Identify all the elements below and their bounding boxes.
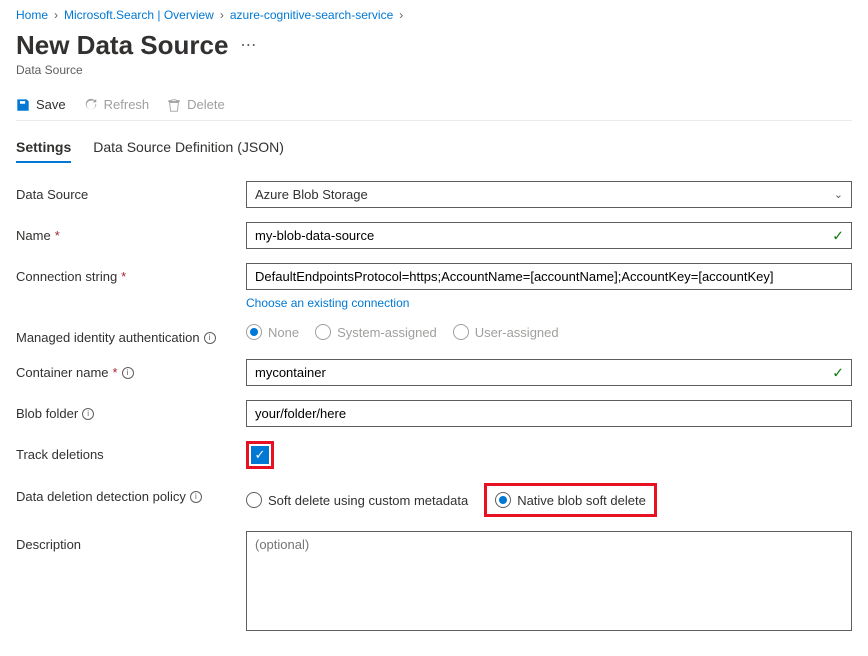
refresh-label: Refresh	[104, 97, 150, 112]
label-track-deletions: Track deletions	[16, 447, 104, 462]
required-asterisk: *	[113, 365, 118, 380]
data-source-select[interactable]: Azure Blob Storage ⌄	[246, 181, 852, 208]
label-blob-folder: Blob folder	[16, 406, 78, 421]
mia-option-user[interactable]: User-assigned	[453, 324, 559, 340]
breadcrumb-home[interactable]: Home	[16, 8, 48, 22]
label-connection-string: Connection string	[16, 269, 117, 284]
more-icon[interactable]: ⋯	[240, 38, 256, 54]
save-icon	[16, 98, 30, 112]
track-deletions-checkbox[interactable]: ✓	[251, 446, 269, 464]
chevron-down-icon: ⌄	[834, 188, 843, 201]
page-title: New Data Source	[16, 30, 228, 61]
choose-existing-connection-link[interactable]: Choose an existing connection	[246, 296, 409, 310]
mia-option-system[interactable]: System-assigned	[315, 324, 437, 340]
chevron-right-icon: ›	[220, 8, 224, 22]
mia-option-user-label: User-assigned	[475, 325, 559, 340]
name-input[interactable]	[246, 222, 852, 249]
highlight-track-deletions: ✓	[246, 441, 274, 469]
delete-button[interactable]: Delete	[167, 97, 225, 112]
radio-icon	[453, 324, 469, 340]
chevron-right-icon: ›	[399, 8, 403, 22]
trash-icon	[167, 98, 181, 112]
mia-radio-group: None System-assigned User-assigned	[246, 324, 852, 340]
radio-icon	[246, 492, 262, 508]
tab-settings[interactable]: Settings	[16, 139, 71, 163]
required-asterisk: *	[121, 269, 126, 284]
chevron-right-icon: ›	[54, 8, 58, 22]
required-asterisk: *	[55, 228, 60, 243]
mia-option-system-label: System-assigned	[337, 325, 437, 340]
label-description: Description	[16, 537, 81, 552]
refresh-icon	[84, 98, 98, 112]
mia-option-none[interactable]: None	[246, 324, 299, 340]
breadcrumb-search-overview[interactable]: Microsoft.Search | Overview	[64, 8, 214, 22]
highlight-native-soft-delete: Native blob soft delete	[484, 483, 657, 517]
command-bar: Save Refresh Delete	[16, 91, 852, 121]
label-name: Name	[16, 228, 51, 243]
radio-icon	[246, 324, 262, 340]
tab-json[interactable]: Data Source Definition (JSON)	[93, 139, 284, 163]
description-textarea[interactable]	[246, 531, 852, 631]
breadcrumb: Home › Microsoft.Search | Overview › azu…	[16, 8, 852, 22]
save-label: Save	[36, 97, 66, 112]
page-subtitle: Data Source	[16, 63, 852, 77]
data-source-value: Azure Blob Storage	[255, 187, 368, 202]
policy-radio-group: Soft delete using custom metadata Native…	[246, 483, 852, 517]
breadcrumb-service[interactable]: azure-cognitive-search-service	[230, 8, 393, 22]
radio-icon	[315, 324, 331, 340]
info-icon[interactable]: i	[82, 408, 94, 420]
container-name-input[interactable]	[246, 359, 852, 386]
refresh-button[interactable]: Refresh	[84, 97, 150, 112]
info-icon[interactable]: i	[122, 367, 134, 379]
label-data-source: Data Source	[16, 187, 88, 202]
label-container: Container name	[16, 365, 109, 380]
mia-option-none-label: None	[268, 325, 299, 340]
policy-option-custom-metadata[interactable]: Soft delete using custom metadata	[246, 492, 468, 508]
info-icon[interactable]: i	[190, 491, 202, 503]
policy-option-native-label: Native blob soft delete	[517, 493, 646, 508]
connection-string-input[interactable]	[246, 263, 852, 290]
label-deletion-policy: Data deletion detection policy	[16, 489, 186, 504]
policy-option-custom-label: Soft delete using custom metadata	[268, 493, 468, 508]
policy-option-native-soft-delete[interactable]: Native blob soft delete	[489, 488, 652, 512]
tabs: Settings Data Source Definition (JSON)	[16, 139, 852, 163]
label-mia: Managed identity authentication	[16, 330, 200, 345]
check-icon: ✓	[832, 364, 844, 381]
info-icon[interactable]: i	[204, 332, 216, 344]
save-button[interactable]: Save	[16, 97, 66, 112]
check-icon: ✓	[832, 227, 844, 244]
blob-folder-input[interactable]	[246, 400, 852, 427]
radio-icon	[495, 492, 511, 508]
delete-label: Delete	[187, 97, 225, 112]
